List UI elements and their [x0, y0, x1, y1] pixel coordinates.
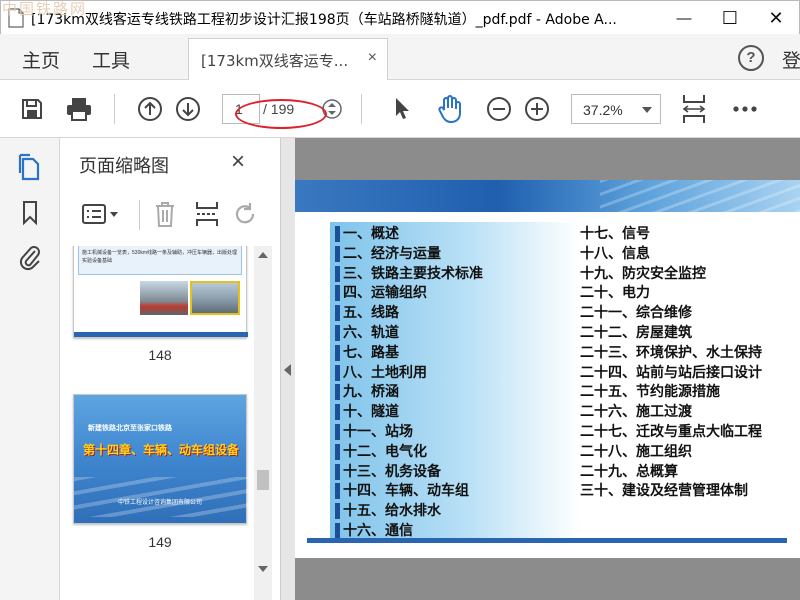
zoom-select[interactable]: 37.2% — [571, 94, 661, 124]
thumb149-footer: 中铁工程设计咨询集团有限公司 — [118, 500, 203, 506]
zoom-in-icon[interactable] — [522, 94, 552, 124]
thumb149-header: 新建铁路北京至张家口铁路 — [88, 425, 172, 432]
toc-item-right: 二十二、房屋建筑 — [580, 325, 692, 341]
toc-item-left: 六、轨道 — [335, 325, 399, 341]
red-annotation-circle — [235, 99, 327, 129]
fit-page-icon[interactable] — [679, 94, 709, 124]
scroll-down-icon[interactable] — [258, 566, 268, 572]
panel-close-button[interactable]: × — [231, 148, 245, 176]
zoom-value: 37.2% — [583, 102, 623, 118]
thumb149-title: 第十四章、车辆、动车组设备 — [82, 443, 239, 457]
thumbnail-options-icon[interactable] — [81, 202, 121, 231]
watermark-text: 中国铁路网 — [2, 0, 88, 18]
toc-item-left: 十、隧道 — [335, 404, 399, 421]
page-thumbnails-panel: 页面缩略图 × 施工机械设备一览表，530km线路一条及辅助，冲压车辆器，出版处… — [61, 138, 281, 600]
toc-item-left: 四、运输组织 — [335, 285, 427, 302]
print-icon[interactable] — [64, 94, 94, 124]
rotate-page-icon[interactable] — [233, 200, 259, 233]
document-viewer[interactable]: 一、概述二、经济与运量三、铁路主要技术标准 四、运输组织 五、线路六、轨道七、路基八… — [295, 138, 800, 600]
thumbnail-list[interactable]: 施工机械设备一览表，530km线路一条及辅助，冲压车辆器，出版处理实验设备基础 … — [61, 246, 251, 600]
toc-item-left: 十五、给水排水 — [335, 503, 441, 520]
hand-tool-icon[interactable] — [435, 94, 465, 124]
page-footer-bar — [307, 538, 787, 543]
delete-page-icon[interactable] — [153, 200, 177, 233]
close-window-button[interactable]: ✕ — [753, 1, 799, 35]
document-tab-label: [173km双线客运专... — [201, 52, 349, 70]
next-page-icon[interactable] — [173, 94, 203, 124]
toc-item-right: 二十、电力 — [580, 285, 650, 302]
toc-item-right: 二十四、站前与站后接口设计 — [580, 364, 762, 381]
toc-item-right: 二十六、施工过渡 — [580, 404, 692, 421]
document-tab[interactable]: [173km双线客运专... × — [188, 38, 388, 80]
more-options-icon[interactable] — [730, 94, 760, 124]
help-icon[interactable]: ? — [738, 45, 764, 71]
extract-page-icon[interactable] — [194, 200, 220, 233]
panel-title: 页面缩略图 — [79, 156, 169, 177]
thumb148-photo-1 — [140, 281, 188, 315]
menu-home[interactable]: 主页 — [22, 46, 60, 73]
collapse-panel-handle[interactable] — [281, 138, 295, 600]
thumbnail-page-number: 149 — [148, 534, 172, 550]
thumb148-photo-2 — [190, 281, 240, 315]
thumbnail-page-149[interactable]: 新建铁路北京至张家口铁路 第十四章、车辆、动车组设备 中铁工程设计咨询集团有限公… — [73, 394, 248, 524]
toc-item-right: 二十七、迁改与重点大临工程 — [580, 424, 762, 440]
toc-item-right: 二十三、环境保护、水土保持 — [580, 344, 762, 361]
minimize-button[interactable]: — — [661, 1, 707, 35]
scrollbar-thumb[interactable] — [257, 470, 269, 490]
bookmark-icon[interactable] — [15, 198, 45, 228]
toc-item-left: 二、经济与运量 — [335, 245, 441, 262]
toc-item-left: 七、路基 — [335, 344, 399, 361]
toc-item-left: 十四、车辆、动车组 — [335, 483, 469, 500]
chevron-down-icon — [642, 107, 652, 113]
left-navigation-rail — [0, 138, 60, 600]
thumb148-caption: 施工机械设备一览表，530km线路一条及辅助，冲压车辆器，出版处理实验设备基础 — [78, 246, 242, 275]
scroll-up-icon[interactable] — [258, 252, 268, 258]
toc-item-right: 三十、建设及经营管理体制 — [580, 483, 748, 500]
menu-bar: 主页 工具 — [0, 34, 800, 80]
page-thumbnails-icon[interactable] — [15, 152, 45, 182]
menu-tools[interactable]: 工具 — [92, 46, 130, 73]
thumbnail-scrollbar[interactable] — [254, 246, 272, 600]
toc-item-right: 十九、防灾安全监控 — [580, 265, 706, 282]
zoom-out-icon[interactable] — [484, 94, 514, 124]
window-titlebar: [173km双线客运专线铁路工程初步设计汇报198页（车站路桥隧轨道）_pdf.… — [0, 0, 800, 34]
login-button[interactable]: 登 — [782, 46, 800, 73]
toc-item-left: 十三、机务设备 — [335, 463, 441, 480]
main-toolbar: 1 / 199 37.2% — [0, 80, 800, 138]
document-page: 一、概述二、经济与运量三、铁路主要技术标准 四、运输组织 五、线路六、轨道七、路基八… — [295, 180, 800, 558]
toc-item-left: 八、土地利用 — [335, 364, 427, 381]
toc-item-left: 十二、电气化 — [335, 443, 427, 460]
toc-item-left: 三、铁路主要技术标准 — [335, 265, 483, 282]
page-header-band — [295, 180, 800, 212]
panel-toolbar — [61, 194, 281, 238]
toc-item-right: 二十九、总概算 — [580, 463, 678, 480]
window-title: [173km双线客运专线铁路工程初步设计汇报198页（车站路桥隧轨道）_pdf.… — [31, 12, 617, 28]
select-tool-icon[interactable] — [387, 94, 417, 124]
toc-item-right: 十七、信号 — [580, 226, 650, 242]
tab-close-button[interactable]: × — [368, 49, 377, 67]
attachment-icon[interactable] — [15, 242, 45, 272]
toc-item-right: 二十五、节约能源措施 — [580, 384, 720, 401]
toc-item-left: 九、桥涵 — [335, 384, 399, 401]
save-icon[interactable] — [17, 94, 47, 124]
previous-page-icon[interactable] — [135, 94, 165, 124]
toc-item-left: 五、线路 — [335, 305, 399, 322]
toc-item-right: 二十八、施工组织 — [580, 443, 692, 460]
toc-item-right: 十八、信息 — [580, 245, 650, 262]
thumbnail-page-number: 148 — [148, 347, 172, 363]
maximize-button[interactable]: ☐ — [707, 1, 753, 35]
toc-item-left: 十一、站场 — [335, 424, 413, 440]
chevron-left-icon — [284, 364, 291, 376]
thumbnail-page-148[interactable]: 施工机械设备一览表，530km线路一条及辅助，冲压车辆器，出版处理实验设备基础 — [73, 246, 248, 338]
toc-item-left: 一、概述 — [335, 226, 399, 242]
toc-item-right: 二十一、综合维修 — [580, 305, 692, 322]
